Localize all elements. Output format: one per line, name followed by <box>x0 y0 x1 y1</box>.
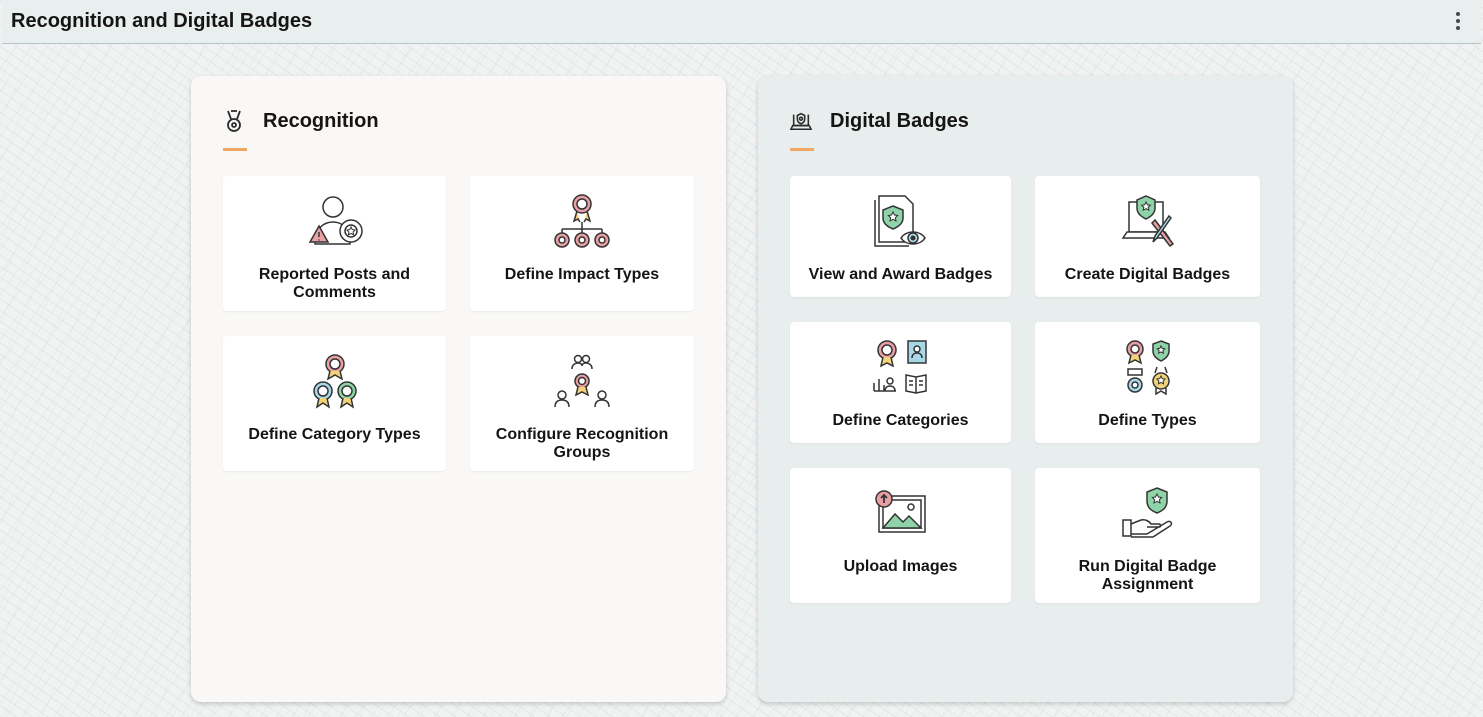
tile-define-categories[interactable]: Define Categories <box>790 322 1011 443</box>
digital-badges-underline <box>790 148 814 151</box>
tile-label: Define Categories <box>832 412 969 429</box>
tile-run-badge-assignment[interactable]: Run Digital Badge Assignment <box>1035 468 1260 603</box>
badge-assignment-icon <box>1119 484 1177 542</box>
create-badge-icon <box>1119 192 1177 250</box>
categories-icon <box>872 338 930 396</box>
page-title: Recognition and Digital Badges <box>11 10 313 32</box>
tile-create-digital-badges[interactable]: Create Digital Badges <box>1035 176 1260 297</box>
tile-define-impact-types[interactable]: Define Impact Types <box>470 176 694 311</box>
medal-icon <box>223 108 245 134</box>
upload-image-icon <box>873 484 929 542</box>
tile-label: Define Types <box>1098 412 1197 429</box>
tile-label: Upload Images <box>843 558 958 575</box>
tile-label: View and Award Badges <box>808 266 993 283</box>
tile-label: Define Category Types <box>248 426 421 443</box>
category-badges-icon <box>310 352 360 410</box>
badge-types-icon <box>1122 338 1174 396</box>
view-badge-icon <box>873 192 929 250</box>
recognition-title: Recognition <box>263 109 379 132</box>
digital-badges-title: Digital Badges <box>830 109 969 132</box>
recognition-header: Recognition <box>223 106 379 136</box>
tile-define-types[interactable]: Define Types <box>1035 322 1260 443</box>
tile-configure-recognition-groups[interactable]: Configure Recognition Groups <box>470 336 694 471</box>
recognition-panel: Recognition Reported Posts and Comments <box>191 76 726 702</box>
reported-user-icon <box>306 192 364 250</box>
tile-upload-images[interactable]: Upload Images <box>790 468 1011 603</box>
impact-hierarchy-icon <box>552 192 612 250</box>
badge-laptop-icon <box>790 108 812 134</box>
digital-badges-header: Digital Badges <box>790 106 969 136</box>
tile-label: Create Digital Badges <box>1064 266 1231 283</box>
tile-label: Reported Posts and Comments <box>258 266 411 301</box>
tile-label: Define Impact Types <box>504 266 660 283</box>
tile-reported-posts[interactable]: Reported Posts and Comments <box>223 176 446 311</box>
page-header: Recognition and Digital Badges <box>2 0 1481 44</box>
tile-define-category-types[interactable]: Define Category Types <box>223 336 446 471</box>
tile-label: Run Digital Badge Assignment <box>1078 558 1217 593</box>
recognition-groups-icon <box>552 352 612 410</box>
tile-view-award-badges[interactable]: View and Award Badges <box>790 176 1011 297</box>
recognition-underline <box>223 148 247 151</box>
kebab-menu-icon[interactable] <box>1453 12 1463 32</box>
tile-label: Configure Recognition Groups <box>495 426 669 461</box>
digital-badges-panel: Digital Badges View and Award Badges Cre… <box>758 76 1293 702</box>
